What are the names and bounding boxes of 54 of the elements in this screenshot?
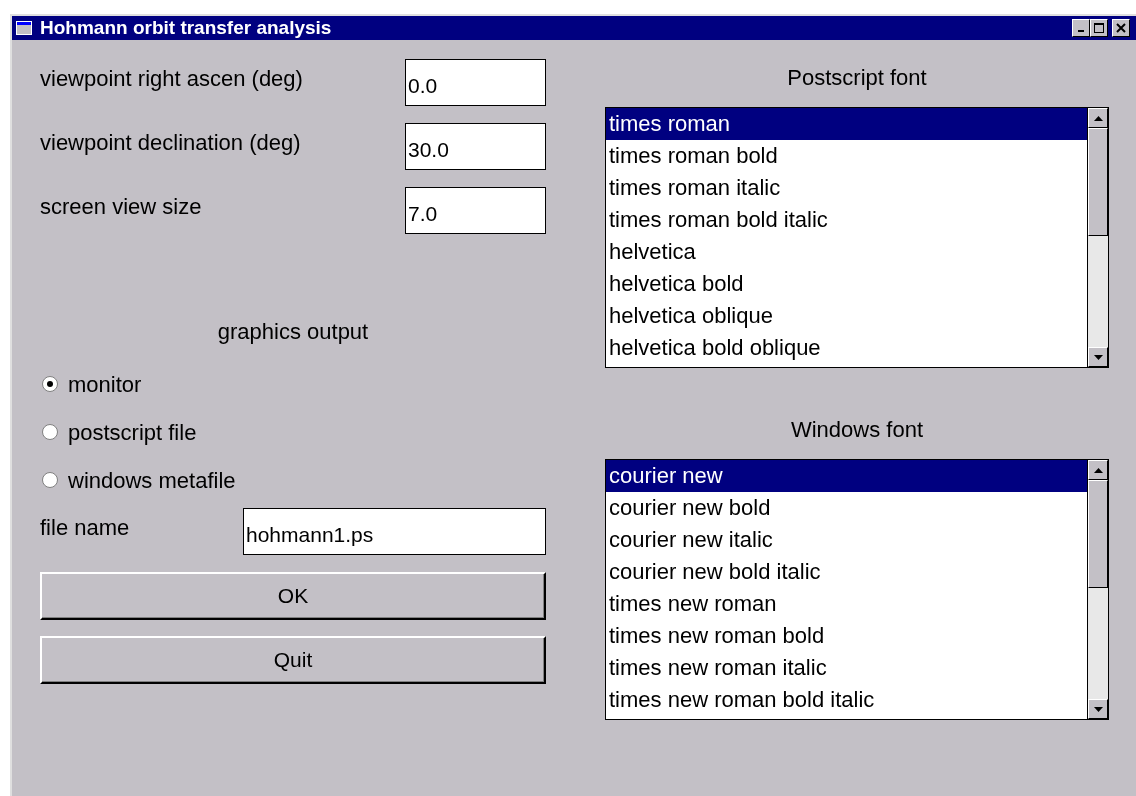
minimize-button[interactable] bbox=[1072, 19, 1090, 37]
window-icon bbox=[16, 21, 32, 35]
list-item[interactable]: times roman bold italic bbox=[606, 204, 1087, 236]
up-arrow-icon bbox=[1093, 467, 1103, 473]
list-item[interactable]: times roman italic bbox=[606, 172, 1087, 204]
radio-label: monitor bbox=[68, 370, 142, 399]
scroll-up-button[interactable] bbox=[1088, 108, 1108, 128]
list-item[interactable]: helvetica oblique bbox=[606, 300, 1087, 332]
scroll-thumb[interactable] bbox=[1088, 480, 1108, 588]
list-heading: Windows font bbox=[789, 416, 925, 444]
radio-button[interactable] bbox=[42, 376, 58, 392]
list-item[interactable]: courier new bold italic bbox=[606, 556, 1087, 588]
input-field[interactable]: 7.0 bbox=[405, 187, 546, 234]
list-item[interactable]: courier new italic bbox=[606, 524, 1087, 556]
list-item[interactable]: courier new bold bbox=[606, 492, 1087, 524]
field-label: viewpoint declination (deg) bbox=[40, 129, 301, 157]
list-item[interactable]: times new roman bold bbox=[606, 620, 1087, 652]
radio-label: windows metafile bbox=[68, 466, 236, 495]
close-icon bbox=[1116, 23, 1126, 33]
list-item[interactable]: times roman bbox=[606, 108, 1087, 140]
field-label: file name bbox=[40, 514, 130, 542]
list-item[interactable]: courier new bbox=[606, 460, 1087, 492]
radio-label: postscript file bbox=[68, 418, 197, 447]
radio-button[interactable] bbox=[42, 472, 58, 488]
scrollbar[interactable] bbox=[1087, 460, 1108, 719]
scroll-up-button[interactable] bbox=[1088, 460, 1108, 480]
scroll-down-button[interactable] bbox=[1088, 347, 1108, 367]
maximize-button[interactable] bbox=[1090, 19, 1108, 37]
field-label: viewpoint right ascen (deg) bbox=[40, 65, 303, 93]
down-arrow-icon bbox=[1093, 706, 1103, 712]
list-heading: Postscript font bbox=[786, 64, 928, 92]
maximize-icon bbox=[1094, 23, 1104, 33]
scrollbar[interactable] bbox=[1087, 108, 1108, 367]
quit-button[interactable]: Quit bbox=[40, 636, 546, 684]
section-heading: graphics output bbox=[216, 318, 370, 346]
list-item[interactable]: times new roman italic bbox=[606, 652, 1087, 684]
input-field[interactable]: 0.0 bbox=[405, 59, 546, 106]
list-item[interactable]: helvetica bold bbox=[606, 268, 1087, 300]
close-button[interactable] bbox=[1112, 19, 1130, 37]
list-item[interactable]: helvetica bbox=[606, 236, 1087, 268]
field-label: screen view size bbox=[40, 193, 202, 221]
list-item[interactable]: times new roman bold italic bbox=[606, 684, 1087, 716]
up-arrow-icon bbox=[1093, 115, 1103, 121]
input-field[interactable]: 30.0 bbox=[405, 123, 546, 170]
window-title: Hohmann orbit transfer analysis bbox=[40, 15, 332, 40]
list-item[interactable]: helvetica bold oblique bbox=[606, 332, 1087, 364]
ok-button[interactable]: OK bbox=[40, 572, 546, 620]
down-arrow-icon bbox=[1093, 354, 1103, 360]
input-field[interactable]: hohmann1.ps bbox=[243, 508, 546, 555]
scroll-down-button[interactable] bbox=[1088, 699, 1108, 719]
scroll-thumb[interactable] bbox=[1088, 128, 1108, 236]
list-item[interactable]: times roman bold bbox=[606, 140, 1087, 172]
list-item[interactable]: times new roman bbox=[606, 588, 1087, 620]
radio-button[interactable] bbox=[42, 424, 58, 440]
